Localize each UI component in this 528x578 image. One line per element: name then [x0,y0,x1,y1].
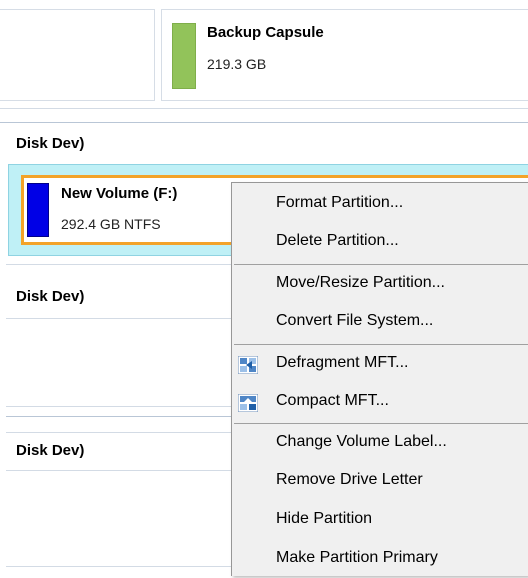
menu-item-label: Format Partition... [276,194,404,211]
partition-name: Backup Capsule [207,24,324,41]
menu-item-hide-partition[interactable]: Hide Partition [232,501,528,539]
menu-item-label: Compact MFT... [276,392,389,409]
menu-item-label: Move/Resize Partition... [276,274,445,291]
disk-label: Disk Dev) [16,135,85,152]
partition-backup-capsule[interactable]: Backup Capsule 219.3 GB [161,9,528,101]
partition-size: 219.3 GB [207,56,267,72]
menu-item-delete-partition[interactable]: Delete Partition... [232,223,528,261]
partition-color-swatch [172,23,196,89]
divider [0,122,528,123]
partition-name: New Volume (F:) [61,185,178,202]
menu-item-label: Make Partition Primary [276,549,438,566]
compact-icon [237,393,259,413]
menu-item-label: Hide Partition [276,510,373,527]
menu-item-label: Remove Drive Letter [276,471,423,488]
menu-item-make-partition-primary[interactable]: Make Partition Primary [232,540,528,578]
menu-item-move-resize-partition[interactable]: Move/Resize Partition... [232,265,528,303]
menu-item-convert-file-system[interactable]: Convert File System... [232,303,528,341]
partition-color-swatch [27,183,49,237]
menu-item-label: Change Volume Label... [276,433,447,450]
partition-info: 292.4 GB NTFS [61,216,161,232]
defragment-icon [237,355,259,375]
menu-item-change-volume-label[interactable]: Change Volume Label... [232,424,528,462]
menu-item-label: Convert File System... [276,312,434,329]
menu-item-compact-mft[interactable]: Compact MFT... [232,383,528,421]
menu-item-label: Defragment MFT... [276,354,409,371]
disk-label: Disk Dev) [16,442,85,459]
menu-item-format-partition[interactable]: Format Partition... [232,185,528,223]
menu-item-label: Delete Partition... [276,232,399,249]
menu-item-remove-drive-letter[interactable]: Remove Drive Letter [232,462,528,500]
divider [0,108,528,109]
disk-label: Disk Dev) [16,288,85,305]
menu-item-defragment-mft[interactable]: Defragment MFT... [232,345,528,383]
context-menu: Format Partition... Delete Partition... … [231,182,528,576]
partition-left-cell[interactable] [0,9,155,101]
